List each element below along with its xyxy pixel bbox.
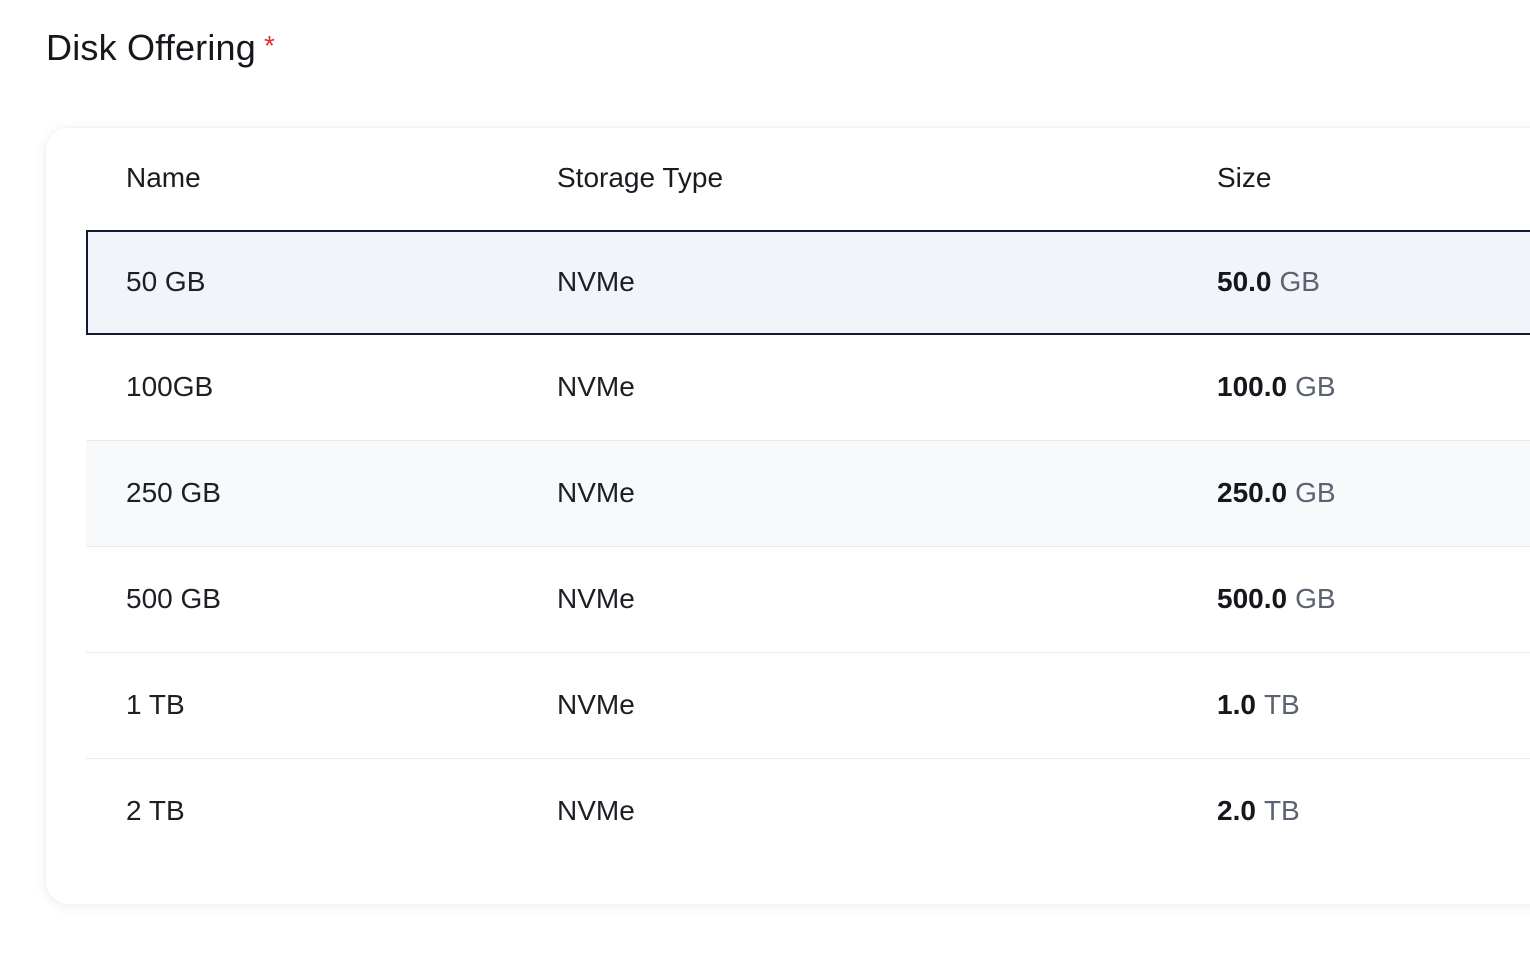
disk-offering-table: Name Storage Type Size 50 GB NVMe 50.0 GB… [86,128,1530,864]
cell-storage-type: NVMe [557,795,635,826]
size-unit: GB [1295,477,1336,508]
table-header: Name Storage Type Size [86,128,1530,230]
size-value: 1.0 [1217,689,1256,720]
column-header-storage-type[interactable]: Storage Type [557,158,723,198]
size-unit: GB [1295,583,1336,614]
column-header-name[interactable]: Name [126,158,201,198]
size-value: 50.0 [1217,266,1272,297]
table-row-500gb[interactable]: 500 GB NVMe 500.0 GB [86,547,1530,653]
table-row-1tb[interactable]: 1 TB NVMe 1.0 TB [86,653,1530,759]
cell-storage-type: NVMe [557,689,635,720]
disk-offering-page: Disk Offering * Name Storage Type Size 50… [0,0,1530,962]
cell-storage-type: NVMe [557,266,635,297]
cell-name: 50 GB [126,266,206,297]
section-title-label: Disk Offering [46,27,257,68]
size-value: 100.0 [1217,371,1288,402]
size-unit: TB [1263,689,1300,720]
table-row-250gb[interactable]: 250 GB NVMe 250.0 GB [86,441,1530,547]
section-title: Disk Offering * [46,24,275,72]
size-unit: TB [1263,795,1300,826]
cell-size: 1.0 TB [1217,685,1300,725]
column-header-size[interactable]: Size [1217,158,1271,198]
size-unit: GB [1279,266,1320,297]
size-value: 500.0 [1217,583,1288,614]
cell-storage-type: NVMe [557,371,635,402]
disk-offering-card: Name Storage Type Size 50 GB NVMe 50.0 GB… [46,128,1530,904]
cell-name: 2 TB [126,795,185,826]
cell-storage-type: NVMe [557,583,635,614]
cell-storage-type: NVMe [557,477,635,508]
cell-size: 250.0 GB [1217,473,1336,513]
cell-name: 250 GB [126,477,221,508]
cell-size: 500.0 GB [1217,579,1336,619]
size-unit: GB [1295,371,1336,402]
cell-size: 2.0 TB [1217,791,1300,831]
cell-name: 500 GB [126,583,221,614]
cell-name: 1 TB [126,689,185,720]
cell-size: 50.0 GB [1217,262,1320,302]
cell-name: 100GB [126,371,214,402]
size-value: 2.0 [1217,795,1256,826]
required-indicator: * [264,30,276,61]
cell-size: 100.0 GB [1217,367,1336,407]
table-row-2tb[interactable]: 2 TB NVMe 2.0 TB [86,759,1530,864]
table-row-100gb[interactable]: 100GB NVMe 100.0 GB [86,335,1530,441]
size-value: 250.0 [1217,477,1288,508]
table-row-50gb[interactable]: 50 GB NVMe 50.0 GB [86,230,1530,335]
